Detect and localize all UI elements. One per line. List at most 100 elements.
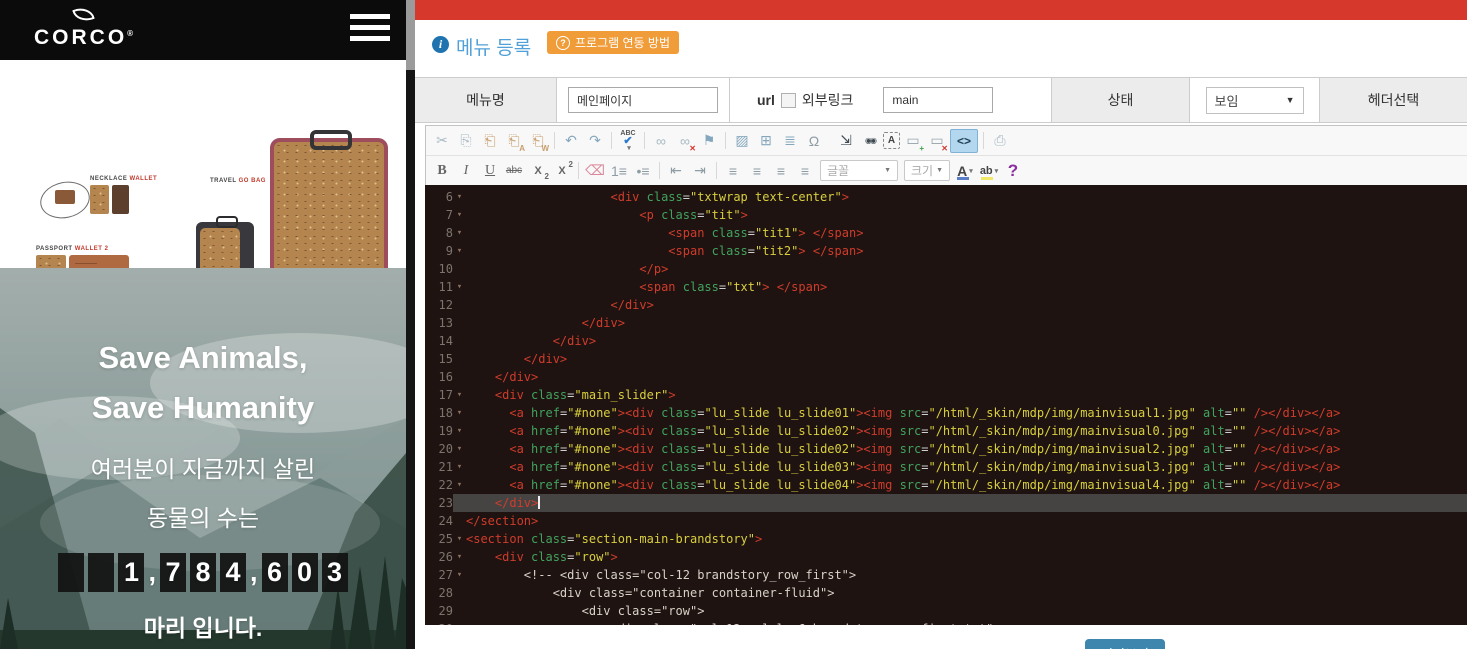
strikethrough-icon[interactable]: abc xyxy=(503,160,525,182)
preview-save-button[interactable]: 미리보기 xyxy=(1085,639,1165,649)
fold-arrow-icon[interactable]: ▾ xyxy=(453,476,466,494)
fold-arrow-icon[interactable]: ▾ xyxy=(453,242,466,260)
underline-icon[interactable]: U xyxy=(479,160,501,182)
code-line[interactable]: 18▾ <a href="#none"><div class="lu_slide… xyxy=(425,404,1467,422)
code-line[interactable]: 21▾ <a href="#none"><div class="lu_slide… xyxy=(425,458,1467,476)
program-link-help-button[interactable]: ? 프로그램 연동 방법 xyxy=(547,31,679,54)
unlink-icon[interactable]: ∞✕ xyxy=(674,130,696,152)
bold-icon[interactable]: B xyxy=(431,160,453,182)
align-right-icon[interactable]: ≡ xyxy=(770,160,792,182)
add-block-icon[interactable]: ▭+ xyxy=(902,130,924,152)
toolbar-separator xyxy=(578,162,579,179)
counter-digit: 1 xyxy=(118,553,144,592)
font-family-dropdown[interactable]: 글꼴▼ xyxy=(820,160,898,181)
redo-icon[interactable]: ↷ xyxy=(584,130,606,152)
paste-as-text-icon[interactable]: ⎗A xyxy=(503,130,525,152)
external-link-checkbox[interactable] xyxy=(781,93,796,108)
print-icon[interactable]: ⎙ xyxy=(989,130,1011,152)
url-input[interactable] xyxy=(883,87,993,113)
code-line[interactable]: 13 </div> xyxy=(425,314,1467,332)
remove-block-icon[interactable]: ▭✕ xyxy=(926,130,948,152)
fold-arrow-icon[interactable]: ▾ xyxy=(453,566,466,584)
select-all-icon[interactable]: A xyxy=(883,132,900,149)
code-line[interactable]: 23 </div> xyxy=(425,494,1467,512)
code-line[interactable]: 16 </div> xyxy=(425,368,1467,386)
horizontal-rule-icon[interactable]: ≣ xyxy=(779,130,801,152)
code-line[interactable]: 25▾<section class="section-main-brandsto… xyxy=(425,530,1467,548)
code-line[interactable]: 20▾ <a href="#none"><div class="lu_slide… xyxy=(425,440,1467,458)
bg-color-icon[interactable]: ab▾ xyxy=(978,160,1000,182)
indent-icon[interactable]: ⇥ xyxy=(689,160,711,182)
superscript-icon[interactable]: X2 xyxy=(551,160,573,182)
image-icon[interactable]: ▨ xyxy=(731,130,753,152)
fold-arrow-icon[interactable]: ▾ xyxy=(453,224,466,242)
code-line[interactable]: 19▾ <a href="#none"><div class="lu_slide… xyxy=(425,422,1467,440)
fold-arrow-icon[interactable]: ▾ xyxy=(453,386,466,404)
product-slider: NECKLACE WALLET PASSPORT WALLET 2 TRAVEL… xyxy=(0,60,406,268)
code-line[interactable]: 15 </div> xyxy=(425,350,1467,368)
undo-icon[interactable]: ↶ xyxy=(560,130,582,152)
align-left-icon[interactable]: ≡ xyxy=(722,160,744,182)
remove-format-icon[interactable]: ⌫ xyxy=(584,160,606,182)
code-line[interactable]: 17▾ <div class="main_slider"> xyxy=(425,386,1467,404)
fold-arrow-icon[interactable]: ▾ xyxy=(453,440,466,458)
code-line[interactable]: 11▾ <span class="txt"> </span> xyxy=(425,278,1467,296)
fold-arrow-icon[interactable]: ▾ xyxy=(453,458,466,476)
code-line[interactable]: 14 </div> xyxy=(425,332,1467,350)
code-line[interactable]: 12 </div> xyxy=(425,296,1467,314)
table-icon[interactable]: ⊞ xyxy=(755,130,777,152)
anchor-flag-icon[interactable]: ⚑ xyxy=(698,130,720,152)
paste-icon[interactable]: ⎗ xyxy=(479,130,501,152)
copy-icon[interactable]: ⎘ xyxy=(455,130,477,152)
code-line[interactable]: 10 </p> xyxy=(425,260,1467,278)
help-icon[interactable]: ? xyxy=(1002,160,1024,182)
text-color-icon[interactable]: A▾ xyxy=(954,160,976,182)
chevron-down-icon: ▼ xyxy=(1286,95,1295,105)
maximize-icon[interactable]: ⇲ xyxy=(835,130,857,152)
align-center-icon[interactable]: ≡ xyxy=(746,160,768,182)
menu-name-input[interactable] xyxy=(568,87,718,113)
code-line[interactable]: 29 <div class="row"> xyxy=(425,602,1467,620)
numbered-list-icon[interactable]: 1≡ xyxy=(608,160,630,182)
passport-wallet-open-image xyxy=(69,255,129,268)
code-line[interactable]: 6▾ <div class="txtwrap text-center"> xyxy=(425,188,1467,206)
preview-scrollbar-thumb[interactable] xyxy=(406,0,415,70)
code-line[interactable]: 8▾ <span class="tit1"> </span> xyxy=(425,224,1467,242)
special-char-icon[interactable]: Ω xyxy=(803,130,825,152)
italic-icon[interactable]: I xyxy=(455,160,477,182)
status-select[interactable]: 보임 ▼ xyxy=(1206,87,1304,114)
paste-from-word-icon[interactable]: ⎗W xyxy=(527,130,549,152)
spellcheck-icon[interactable]: ABC✔▾ xyxy=(617,130,639,152)
code-line[interactable]: 9▾ <span class="tit2"> </span> xyxy=(425,242,1467,260)
outdent-icon[interactable]: ⇤ xyxy=(665,160,687,182)
fold-arrow-icon[interactable]: ▾ xyxy=(453,548,466,566)
editor-toolbar-row2: BIUabcX2X2⌫1≡•≡⇤⇥≡≡≡≡글꼴▼크기▼A▾ab▾? xyxy=(426,156,1467,186)
fold-arrow-icon[interactable]: ▾ xyxy=(453,404,466,422)
hamburger-menu-icon[interactable] xyxy=(350,14,390,47)
source-button[interactable]: <> xyxy=(950,129,978,153)
fold-arrow-icon[interactable]: ▾ xyxy=(453,206,466,224)
fold-arrow-icon[interactable]: ▾ xyxy=(453,188,466,206)
fold-arrow-icon[interactable]: ▾ xyxy=(453,530,466,548)
code-line[interactable]: 7▾ <p class="tit"> xyxy=(425,206,1467,224)
font-size-dropdown[interactable]: 크기▼ xyxy=(904,160,950,181)
code-line[interactable]: 22▾ <a href="#none"><div class="lu_slide… xyxy=(425,476,1467,494)
line-number: 26 xyxy=(425,548,453,566)
code-source-area[interactable]: 6▾ <div class="txtwrap text-center">7▾ <… xyxy=(425,185,1467,625)
site-logo[interactable]: CORCO® xyxy=(34,7,133,49)
code-line[interactable]: 27▾ <!-- <div class="col-12 brandstory_r… xyxy=(425,566,1467,584)
bullet-list-icon[interactable]: •≡ xyxy=(632,160,654,182)
cut-icon[interactable]: ✂ xyxy=(431,130,453,152)
line-number: 9 xyxy=(425,242,453,260)
code-line[interactable]: 30 <div class="col-12 col-lg-6 brandstor… xyxy=(425,620,1467,625)
align-justify-icon[interactable]: ≡ xyxy=(794,160,816,182)
code-line[interactable]: 26▾ <div class="row"> xyxy=(425,548,1467,566)
find-replace-icon[interactable]: ◉◉ xyxy=(859,130,881,152)
link-icon[interactable]: ∞ xyxy=(650,130,672,152)
preview-scrollbar[interactable] xyxy=(406,0,415,649)
code-line[interactable]: 28 <div class="container container-fluid… xyxy=(425,584,1467,602)
code-line[interactable]: 24</section> xyxy=(425,512,1467,530)
fold-arrow-icon[interactable]: ▾ xyxy=(453,278,466,296)
subscript-icon[interactable]: X2 xyxy=(527,160,549,182)
fold-arrow-icon[interactable]: ▾ xyxy=(453,422,466,440)
